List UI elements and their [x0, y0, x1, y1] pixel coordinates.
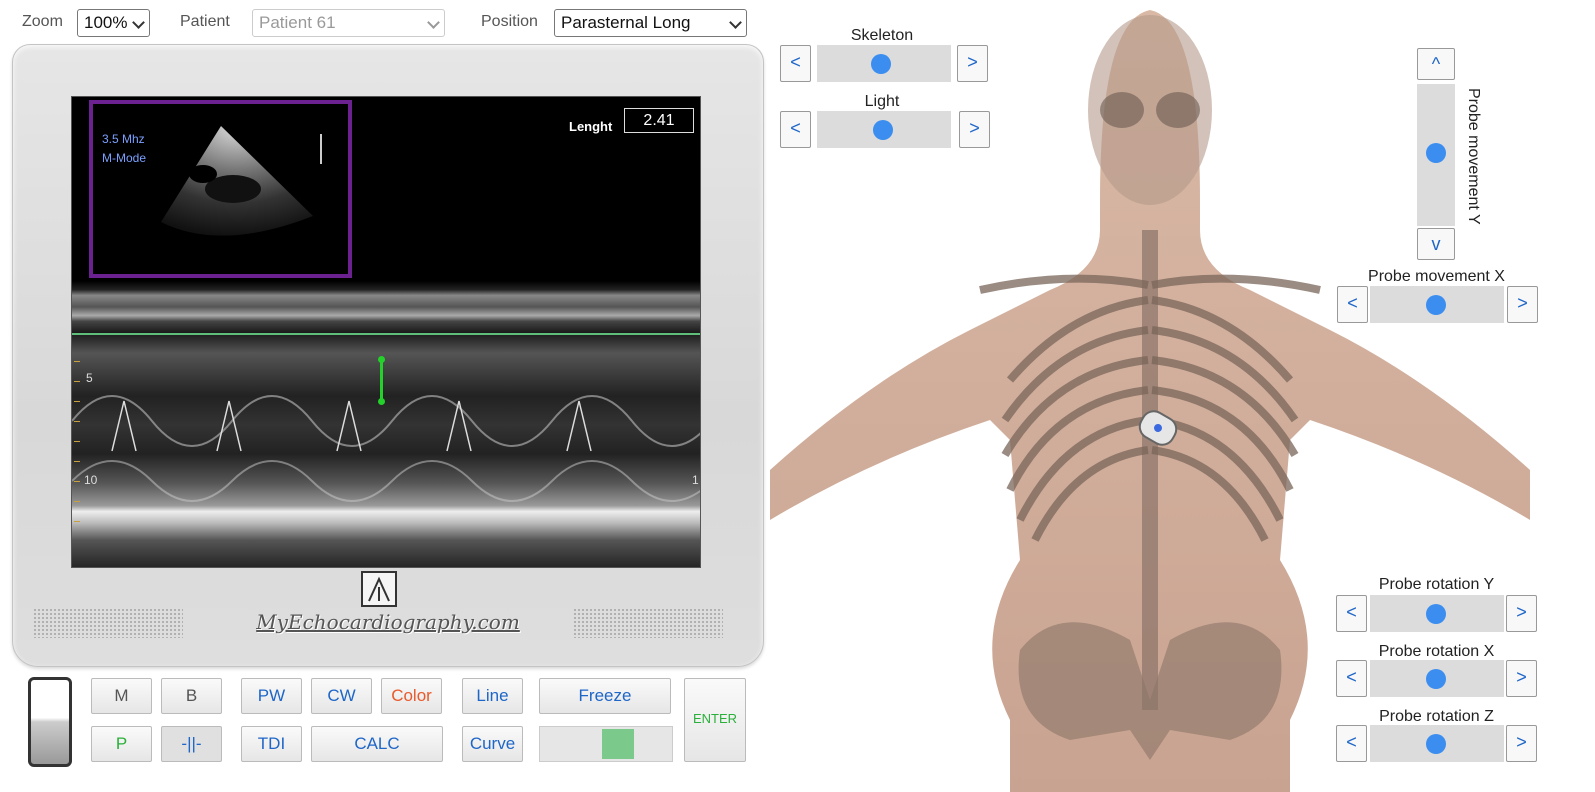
tdi-button[interactable]: TDI — [241, 726, 302, 762]
rotation-x-slider-thumb[interactable] — [1426, 669, 1446, 689]
length-label: Lenght — [569, 119, 613, 134]
depth-tick — [74, 501, 80, 502]
caliper-top-handle[interactable] — [378, 356, 385, 363]
b-button[interactable]: B — [161, 678, 222, 714]
cw-button[interactable]: CW — [311, 678, 372, 714]
probe-y-down-button[interactable]: v — [1417, 228, 1455, 260]
mode-text: M-Mode — [102, 151, 147, 165]
rotation-z-label: Probe rotation Z — [1379, 708, 1494, 725]
speaker-grille-left — [33, 608, 183, 638]
brand-text: MyEchocardiography.com — [256, 610, 520, 634]
position-value: Parasternal Long — [561, 13, 691, 32]
rotation-y-slider[interactable] — [1370, 595, 1504, 632]
probe-x-slider-thumb[interactable] — [1426, 295, 1446, 315]
m-mode-cursor-line — [72, 333, 700, 335]
patient-value: Patient 61 — [259, 13, 336, 32]
rotation-x-increase-button[interactable]: > — [1506, 660, 1537, 697]
rotation-x-slider[interactable] — [1370, 660, 1504, 697]
rotation-x-decrease-button[interactable]: < — [1336, 660, 1367, 697]
probe-y-slider[interactable] — [1417, 84, 1455, 226]
probe-x-label: Probe movement X — [1368, 268, 1505, 285]
depth-tick — [74, 361, 80, 362]
depth-label: 10 — [84, 473, 98, 487]
calc-button[interactable]: CALC — [311, 726, 443, 762]
position-label: Position — [481, 13, 538, 30]
rotation-y-label: Probe rotation Y — [1378, 576, 1495, 593]
anatomy-3d-view[interactable]: Skeleton < > Light < > ^ v Probe movemen… — [770, 0, 1595, 792]
length-value: 2.41 — [624, 108, 694, 133]
skeleton-slider[interactable] — [817, 45, 951, 82]
chevron-down-icon — [427, 16, 440, 29]
gain-slider[interactable] — [539, 726, 673, 762]
ultrasound-screen: 3.5 Mhz M-Mode Lenght 2.41 5 10 1 — [71, 96, 701, 568]
right-marker: 1 — [692, 473, 699, 487]
rotation-y-slider-thumb[interactable] — [1426, 604, 1446, 624]
depth-tick — [74, 421, 80, 422]
patient-label: Patient — [180, 13, 230, 30]
probe-x-slider[interactable] — [1370, 286, 1504, 323]
speaker-grille-right — [573, 608, 723, 638]
ultrasound-monitor: 3.5 Mhz M-Mode Lenght 2.41 5 10 1 MyEcho… — [12, 44, 764, 667]
rotation-z-slider[interactable] — [1370, 725, 1504, 762]
skeleton-label: Skeleton — [850, 27, 914, 44]
depth-label: 5 — [86, 371, 93, 385]
top-toolbar: Zoom 100% Patient Patient 61 Position Pa… — [0, 0, 770, 44]
light-increase-button[interactable]: > — [959, 111, 990, 148]
depth-tick — [74, 441, 80, 442]
rotation-y-decrease-button[interactable]: < — [1336, 595, 1367, 632]
measurement-caliper[interactable] — [380, 360, 383, 402]
depth-tick — [74, 481, 80, 482]
patient-select[interactable]: Patient 61 — [252, 9, 445, 37]
2d-preview-thumbnail: 3.5 Mhz M-Mode — [89, 100, 352, 278]
echo-sector-image — [161, 126, 322, 236]
chevron-down-icon — [729, 16, 742, 29]
color-button[interactable]: Color — [381, 678, 442, 714]
caliper-bottom-handle[interactable] — [378, 398, 385, 405]
freeze-button[interactable]: Freeze — [539, 678, 671, 714]
zoom-select[interactable]: 100% — [77, 9, 150, 37]
probe-x-increase-button[interactable]: > — [1507, 286, 1538, 323]
light-slider[interactable] — [817, 111, 951, 148]
divider-button[interactable]: -||- — [161, 726, 222, 762]
probe-x-decrease-button[interactable]: < — [1337, 286, 1368, 323]
brand-logo-icon — [361, 571, 397, 607]
enter-button[interactable]: ENTER — [684, 678, 746, 762]
probe-y-label: Probe movement Y — [1465, 88, 1482, 225]
rotation-z-slider-thumb[interactable] — [1426, 734, 1446, 754]
probe-y-slider-thumb[interactable] — [1426, 143, 1446, 163]
depth-tick — [74, 521, 80, 522]
position-select[interactable]: Parasternal Long — [554, 9, 747, 37]
light-label: Light — [864, 93, 900, 110]
probe-y-up-button[interactable]: ^ — [1417, 48, 1455, 80]
zoom-value: 100% — [84, 13, 128, 32]
probe-device-icon — [28, 677, 72, 767]
p-button[interactable]: P — [91, 726, 152, 762]
light-slider-thumb[interactable] — [873, 120, 893, 140]
zoom-label: Zoom — [22, 13, 63, 30]
rotation-y-increase-button[interactable]: > — [1506, 595, 1537, 632]
depth-tick — [74, 461, 80, 462]
rotation-x-label: Probe rotation X — [1378, 643, 1495, 660]
depth-tick — [74, 381, 80, 382]
light-decrease-button[interactable]: < — [780, 111, 811, 148]
skeleton-decrease-button[interactable]: < — [780, 45, 811, 82]
m-mode-trace: 5 10 1 — [72, 281, 700, 567]
chevron-down-icon — [132, 16, 145, 29]
rotation-z-increase-button[interactable]: > — [1506, 725, 1537, 762]
skeleton-increase-button[interactable]: > — [957, 45, 988, 82]
skeleton-slider-thumb[interactable] — [871, 54, 891, 74]
pw-button[interactable]: PW — [241, 678, 302, 714]
depth-tick — [74, 401, 80, 402]
rotation-z-decrease-button[interactable]: < — [1336, 725, 1367, 762]
curve-button[interactable]: Curve — [462, 726, 523, 762]
m-button[interactable]: M — [91, 678, 152, 714]
m-mode-waves — [72, 395, 700, 502]
line-button[interactable]: Line — [462, 678, 523, 714]
frequency-text: 3.5 Mhz — [102, 132, 145, 146]
gain-slider-handle[interactable] — [602, 729, 634, 759]
